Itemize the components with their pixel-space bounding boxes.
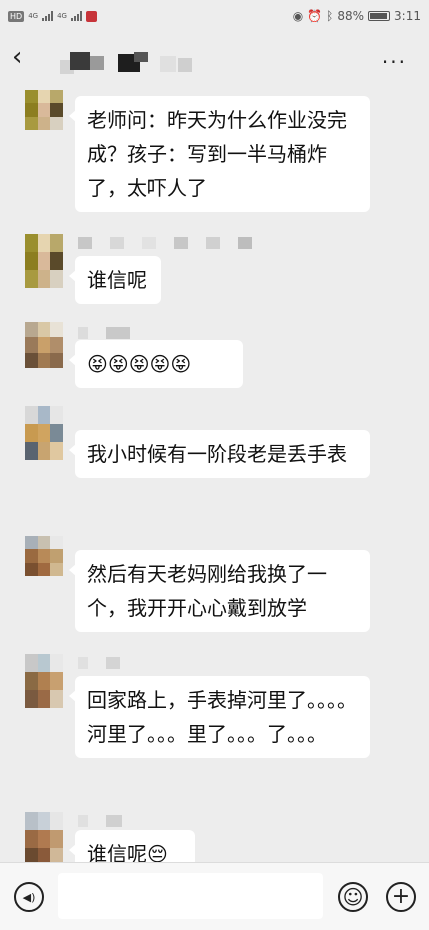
message-bubble[interactable]: 我小时候有一阶段老是丢手表 bbox=[69, 430, 370, 478]
avatar[interactable] bbox=[25, 406, 63, 460]
chat-title-obscured bbox=[60, 52, 230, 74]
network-type: 4G bbox=[28, 12, 39, 20]
more-dots-icon[interactable]: ··· bbox=[382, 50, 407, 74]
chat-list[interactable]: 老师问：昨天为什么作业没完成？孩子：写到一半马桶炸了，太吓人了 谁信呢 😝😝😝😝… bbox=[0, 84, 429, 862]
message-text: 我小时候有一阶段老是丢手表 bbox=[87, 442, 347, 466]
status-left: HD 4G 4G bbox=[8, 10, 97, 22]
message-bubble[interactable]: 谁信呢 bbox=[69, 256, 161, 304]
message-text: 谁信呢 bbox=[87, 268, 147, 292]
status-time: 3:11 bbox=[394, 9, 421, 23]
message-text: 😝😝😝😝😝 bbox=[87, 352, 192, 376]
emoji-icon[interactable]: ☺ bbox=[338, 882, 368, 912]
message-bubble[interactable]: 谁信呢😔 bbox=[69, 830, 195, 862]
message-bubble[interactable]: 回家路上，手表掉河里了。。。。河里了。。。里了。。。了。。。 bbox=[69, 676, 370, 758]
message-text: 老师问：昨天为什么作业没完成？孩子：写到一半马桶炸了，太吓人了 bbox=[87, 108, 347, 200]
nickname-obscured bbox=[78, 812, 140, 827]
battery-percent: 88% bbox=[337, 9, 365, 23]
message-bubble[interactable]: 😝😝😝😝😝 bbox=[69, 340, 243, 388]
chat-header: ‹ ··· bbox=[0, 32, 429, 84]
chevron-left-icon[interactable]: ‹ bbox=[12, 44, 22, 70]
avatar[interactable] bbox=[25, 90, 63, 130]
app-notification-icon bbox=[85, 10, 97, 22]
message-bubble[interactable]: 然后有天老妈刚给我换了一个，我开开心心戴到放学 bbox=[69, 550, 370, 632]
message-text: 谁信呢😔 bbox=[87, 842, 168, 862]
voice-icon[interactable]: ◀) bbox=[14, 882, 44, 912]
avatar[interactable] bbox=[25, 654, 63, 708]
avatar[interactable] bbox=[25, 812, 63, 862]
nickname-obscured bbox=[78, 324, 148, 339]
battery-icon bbox=[368, 11, 391, 21]
status-right: ◉ ⏰ ᛒ 88% 3:11 bbox=[293, 9, 421, 23]
add-icon[interactable]: + bbox=[386, 882, 416, 912]
hd-badge: HD bbox=[8, 10, 25, 22]
eye-icon: ◉ bbox=[292, 9, 304, 23]
message-bubble[interactable]: 老师问：昨天为什么作业没完成？孩子：写到一半马桶炸了，太吓人了 bbox=[69, 96, 370, 212]
message-text: 然后有天老妈刚给我换了一个，我开开心心戴到放学 bbox=[87, 562, 327, 620]
nickname-obscured bbox=[78, 234, 270, 249]
status-bar: HD 4G 4G ◉ ⏰ ᛒ 88% 3:11 bbox=[0, 0, 429, 32]
alarm-icon: ⏰ bbox=[307, 9, 323, 23]
bluetooth-icon: ᛒ bbox=[326, 9, 334, 23]
message-text: 回家路上，手表掉河里了。。。。河里了。。。里了。。。了。。。 bbox=[87, 688, 357, 746]
nickname-obscured bbox=[78, 654, 138, 669]
message-input[interactable] bbox=[58, 873, 323, 919]
avatar[interactable] bbox=[25, 322, 63, 368]
input-bar: ◀) ☺ + bbox=[0, 862, 429, 930]
signal-icon bbox=[42, 11, 54, 21]
avatar[interactable] bbox=[25, 234, 63, 288]
network-type-2: 4G bbox=[57, 12, 67, 20]
avatar[interactable] bbox=[25, 536, 63, 576]
signal-icon-2 bbox=[70, 11, 82, 21]
